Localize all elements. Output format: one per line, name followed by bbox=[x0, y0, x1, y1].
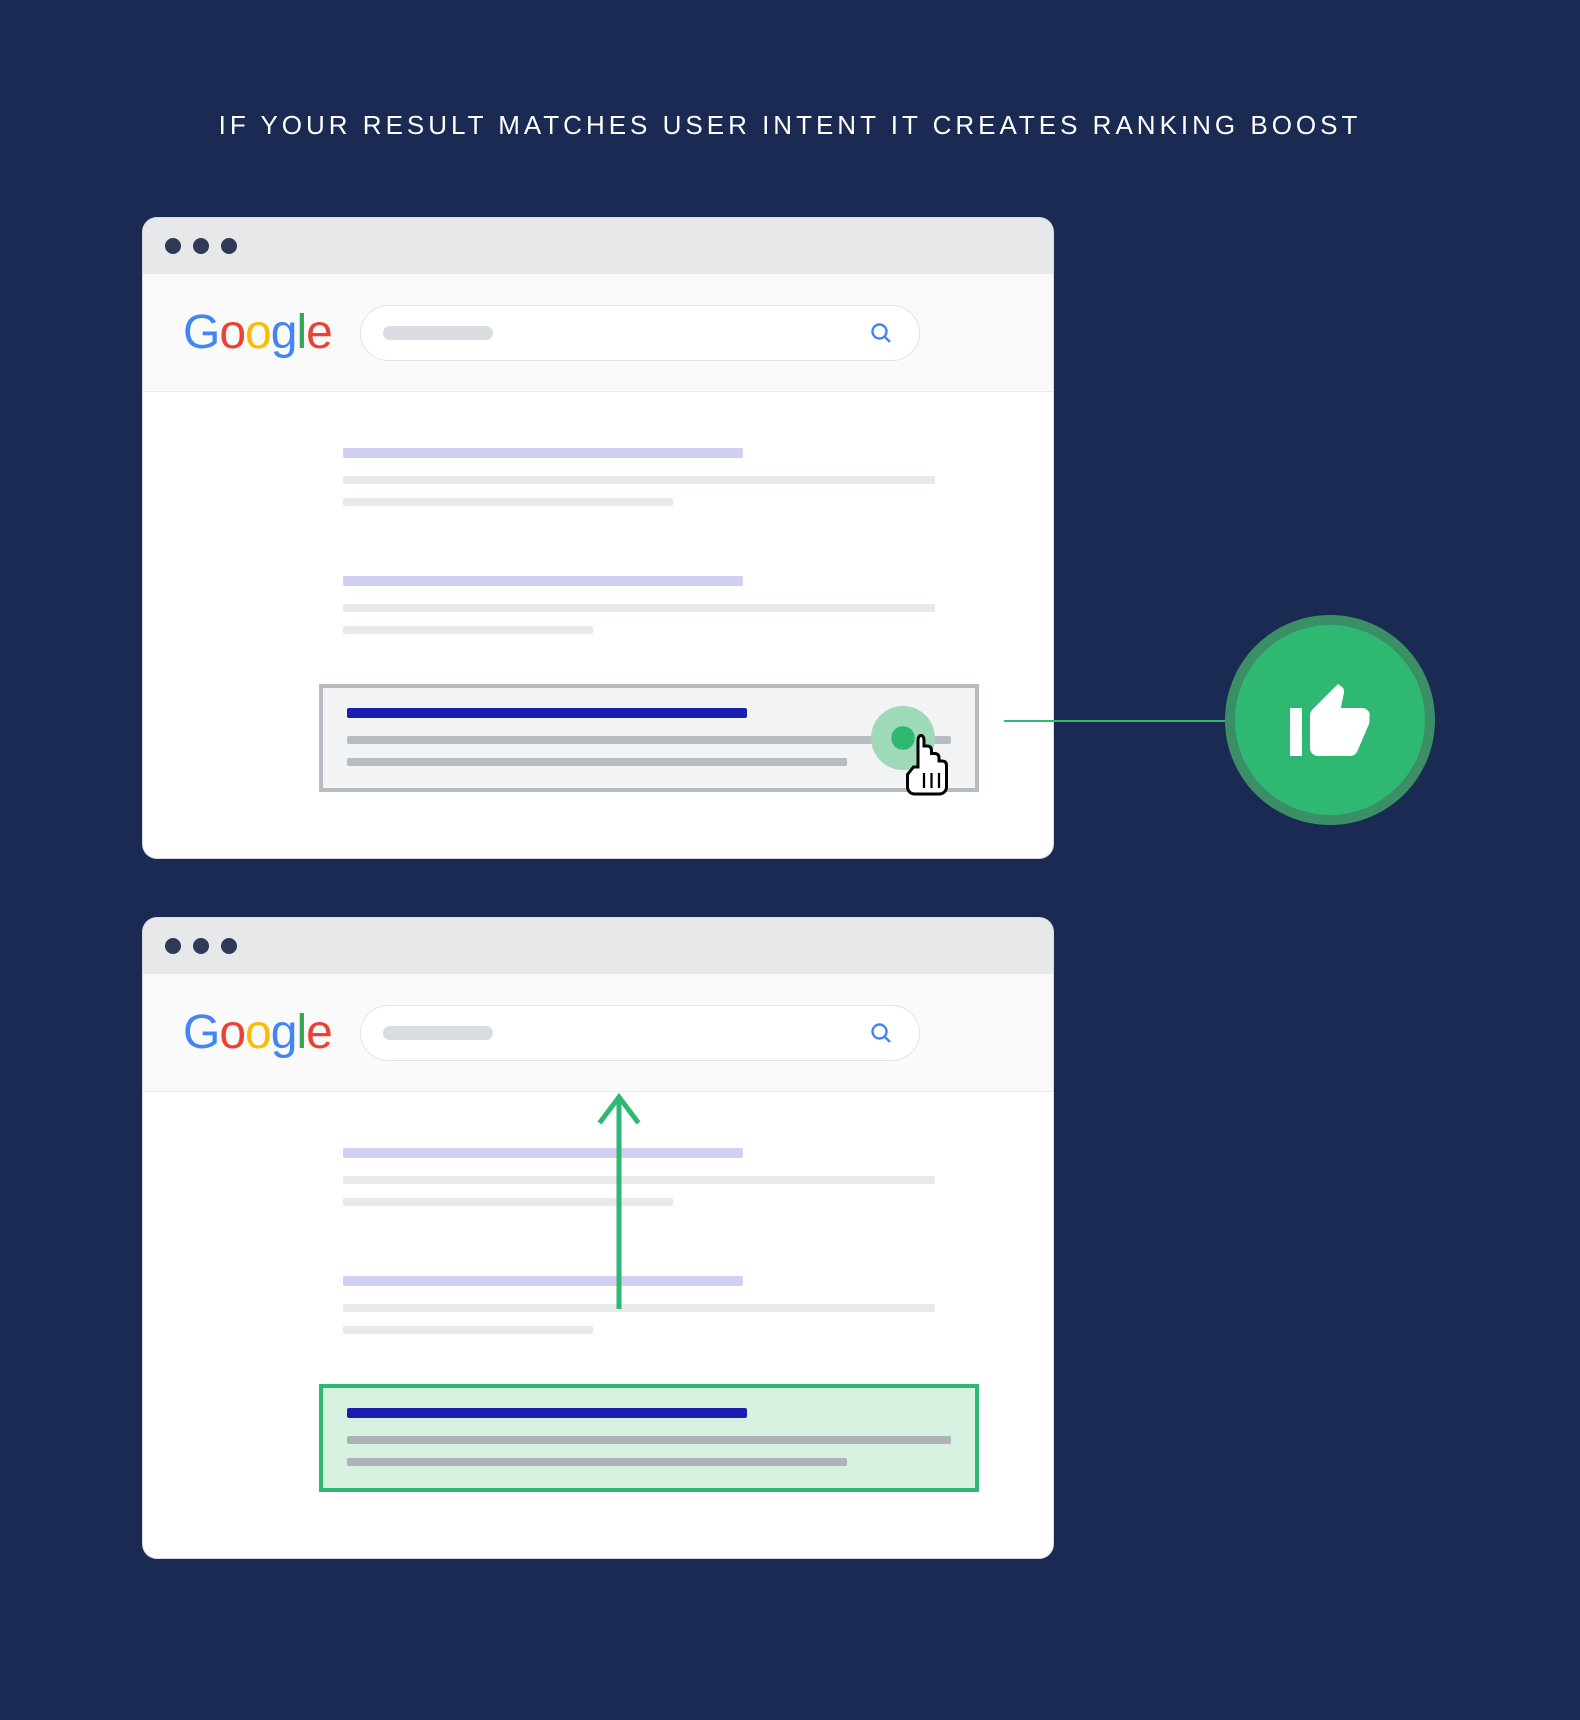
logo-letter: G bbox=[183, 1006, 219, 1059]
google-logo: Google bbox=[183, 1005, 332, 1060]
window-dot bbox=[193, 938, 209, 954]
search-result-boosted[interactable] bbox=[319, 1384, 979, 1492]
arrow-up-icon bbox=[595, 1091, 643, 1309]
browser-window-top: Google bbox=[143, 218, 1053, 858]
search-result[interactable] bbox=[319, 556, 959, 670]
window-dot bbox=[193, 238, 209, 254]
result-line bbox=[347, 758, 847, 766]
search-result[interactable] bbox=[319, 428, 959, 542]
search-header: Google bbox=[143, 274, 1053, 392]
result-title bbox=[347, 1408, 747, 1418]
result-title bbox=[347, 708, 747, 718]
result-title bbox=[343, 1148, 743, 1158]
logo-letter: l bbox=[296, 1006, 306, 1059]
result-line bbox=[347, 1458, 847, 1466]
thumbs-up-icon bbox=[1282, 672, 1378, 768]
result-title bbox=[343, 576, 743, 586]
thumbs-up-badge bbox=[1235, 625, 1425, 815]
window-dot bbox=[221, 938, 237, 954]
search-placeholder bbox=[383, 326, 493, 340]
result-line bbox=[343, 498, 673, 506]
result-line bbox=[347, 736, 951, 744]
window-dot bbox=[165, 938, 181, 954]
window-dot bbox=[221, 238, 237, 254]
results-list bbox=[143, 392, 1053, 792]
result-title bbox=[343, 448, 743, 458]
result-line bbox=[343, 604, 935, 612]
logo-letter: o bbox=[219, 1006, 245, 1059]
result-line bbox=[343, 626, 593, 634]
logo-letter: l bbox=[296, 306, 306, 359]
titlebar bbox=[143, 918, 1053, 974]
logo-letter: e bbox=[306, 1006, 332, 1059]
titlebar bbox=[143, 218, 1053, 274]
result-line bbox=[343, 1326, 593, 1334]
page-heading: IF YOUR RESULT MATCHES USER INTENT IT CR… bbox=[0, 0, 1580, 141]
logo-letter: o bbox=[219, 306, 245, 359]
logo-letter: g bbox=[271, 306, 297, 359]
logo-letter: G bbox=[183, 306, 219, 359]
search-icon[interactable] bbox=[869, 1021, 893, 1045]
search-input[interactable] bbox=[360, 1005, 920, 1061]
search-icon[interactable] bbox=[869, 321, 893, 345]
logo-letter: g bbox=[271, 1006, 297, 1059]
search-input[interactable] bbox=[360, 305, 920, 361]
search-header: Google bbox=[143, 974, 1053, 1092]
logo-letter: e bbox=[306, 306, 332, 359]
logo-letter: o bbox=[245, 306, 271, 359]
window-dot bbox=[165, 238, 181, 254]
result-line bbox=[347, 1436, 951, 1444]
result-title bbox=[343, 1276, 743, 1286]
logo-letter: o bbox=[245, 1006, 271, 1059]
search-result-clicked[interactable] bbox=[319, 684, 979, 792]
search-placeholder bbox=[383, 1026, 493, 1040]
pointer-cursor-icon bbox=[897, 728, 957, 800]
google-logo: Google bbox=[183, 305, 332, 360]
result-line bbox=[343, 476, 935, 484]
connector-line bbox=[1004, 720, 1246, 722]
